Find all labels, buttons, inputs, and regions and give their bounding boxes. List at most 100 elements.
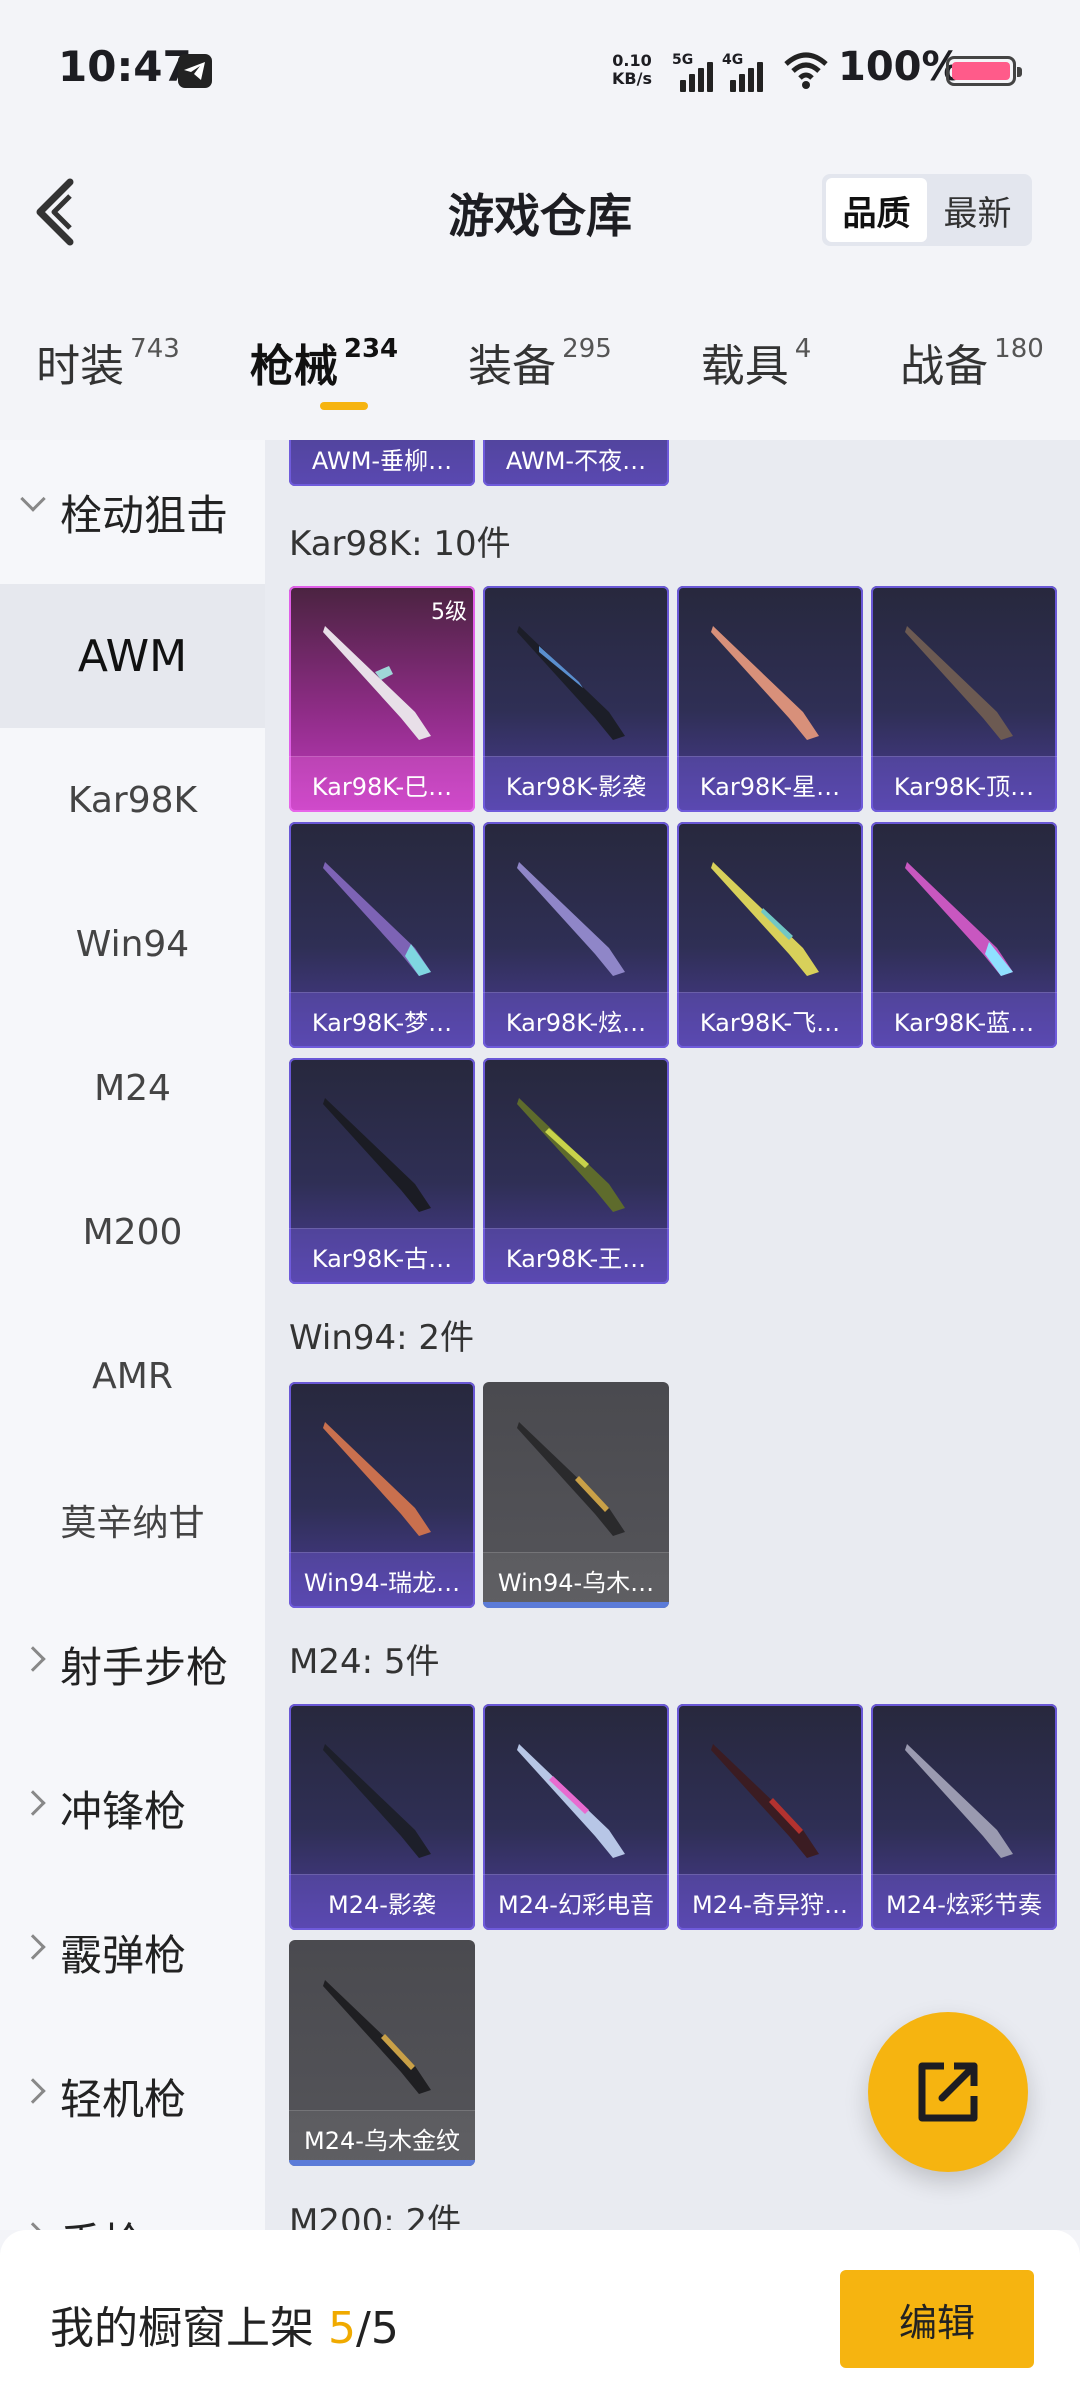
sidebar-item-awm[interactable]: AWM xyxy=(0,584,265,728)
skin-card[interactable]: AWM-垂柳… xyxy=(289,440,475,486)
showcase-current: 5 xyxy=(328,2303,356,2354)
rifle-icon xyxy=(517,1744,625,1858)
sort-toggle: 品质 最新 xyxy=(822,174,1032,246)
sidebar-group-bolt-action[interactable]: 栓动狙击 xyxy=(0,440,265,584)
rifle-icon xyxy=(711,626,819,740)
wifi-icon xyxy=(784,52,828,89)
tab-supplies[interactable]: 战备 180 xyxy=(864,290,1080,440)
chevron-right-icon xyxy=(20,1646,46,1672)
sidebar-item-amr[interactable]: AMR xyxy=(0,1304,265,1448)
skin-name: M24-奇异狩… xyxy=(677,1874,863,1930)
skin-card[interactable]: Kar98K-梦… xyxy=(289,822,475,1048)
category-tabs: 时装 743 枪械 234 装备 295 载具 4 战备 180 xyxy=(0,290,1080,440)
sidebar-item-m24[interactable]: M24 xyxy=(0,1016,265,1160)
skin-card[interactable]: Kar98K-影袭 xyxy=(483,586,669,812)
skin-card[interactable]: Kar98K-蓝… xyxy=(871,822,1057,1048)
showcase-counter: 我的橱窗上架 5/5 xyxy=(50,2292,399,2356)
skin-card[interactable]: Kar98K-古… xyxy=(289,1058,475,1284)
weapon-sidebar: 栓动狙击 AWM Kar98K Win94 M24 M200 AMR 莫辛纳甘 … xyxy=(0,440,265,2230)
rifle-icon xyxy=(905,626,1013,740)
sidebar-group-label: 轻机枪 xyxy=(60,2074,187,2124)
chevron-right-icon xyxy=(20,1934,46,1960)
skin-name: Kar98K-星… xyxy=(677,756,863,812)
sidebar-group-smg[interactable]: 冲锋枪 xyxy=(0,1736,265,1880)
skin-card[interactable]: 5级 Kar98K-巳… xyxy=(289,586,475,812)
rifle-icon xyxy=(323,862,431,976)
tab-vehicles[interactable]: 载具 4 xyxy=(648,290,864,440)
rifle-icon xyxy=(517,1422,625,1536)
sidebar-group-label: 手枪 xyxy=(60,2210,144,2231)
skin-card[interactable]: M24-影袭 xyxy=(289,1704,475,1930)
rifle-icon xyxy=(517,1098,625,1212)
skin-card[interactable]: Win94-瑞龙… xyxy=(289,1382,475,1608)
tab-count: 743 xyxy=(130,334,180,364)
share-icon xyxy=(918,2062,978,2122)
skin-name: M24-影袭 xyxy=(289,1874,475,1930)
skin-card[interactable]: M24-奇异狩… xyxy=(677,1704,863,1930)
tab-label: 战备 xyxy=(900,341,989,392)
sidebar-item-kar98k[interactable]: Kar98K xyxy=(0,728,265,872)
sidebar-group-pistol[interactable]: 手枪 xyxy=(0,2168,265,2230)
clock: 10:47 xyxy=(58,42,192,91)
rifle-icon xyxy=(711,1744,819,1858)
skin-name: Win94-瑞龙… xyxy=(289,1552,475,1608)
battery-icon xyxy=(946,56,1022,86)
sort-quality-button[interactable]: 品质 xyxy=(826,178,927,242)
skin-card[interactable]: Kar98K-飞… xyxy=(677,822,863,1048)
sidebar-group-dmr[interactable]: 射手步枪 xyxy=(0,1592,265,1736)
skin-card[interactable]: M24-幻彩电音 xyxy=(483,1704,669,1930)
weapon-grid: AWM-垂柳… AWM-不夜… Kar98K: 10件 5级 Kar98K-巳…… xyxy=(265,440,1080,2230)
tab-label: 时装 xyxy=(36,341,125,392)
skin-card[interactable]: Kar98K-王… xyxy=(483,1058,669,1284)
rifle-icon xyxy=(517,862,625,976)
chevron-down-icon xyxy=(20,486,46,512)
skin-card[interactable]: Kar98K-顶… xyxy=(871,586,1057,812)
tab-label: 装备 xyxy=(468,341,557,392)
skin-name: Kar98K-炫… xyxy=(483,992,669,1048)
bottom-bar: 我的橱窗上架 5/5 编辑 xyxy=(0,2230,1080,2400)
showcase-label: 我的橱窗上架 xyxy=(50,2303,314,2354)
battery-percent: 100% xyxy=(838,44,962,90)
back-button[interactable] xyxy=(30,174,86,250)
skin-name: Kar98K-飞… xyxy=(677,992,863,1048)
sidebar-item-win94[interactable]: Win94 xyxy=(0,872,265,1016)
sidebar-group-label: 冲锋枪 xyxy=(60,1786,187,1836)
skin-card[interactable]: Win94-乌木… xyxy=(483,1382,669,1608)
skin-name: M24-幻彩电音 xyxy=(483,1874,669,1930)
sort-newest-button[interactable]: 最新 xyxy=(927,178,1028,242)
skin-name: Kar98K-影袭 xyxy=(483,756,669,812)
rifle-icon xyxy=(323,1422,431,1536)
skin-name: AWM-垂柳… xyxy=(289,440,475,486)
skin-card[interactable]: Kar98K-炫… xyxy=(483,822,669,1048)
skin-card[interactable]: Kar98K-星… xyxy=(677,586,863,812)
sidebar-item-mosin[interactable]: 莫辛纳甘 xyxy=(0,1448,265,1592)
skin-card[interactable]: M24-炫彩节奏 xyxy=(871,1704,1057,1930)
rifle-icon xyxy=(323,1098,431,1212)
chevron-right-icon xyxy=(20,2078,46,2104)
rifle-icon xyxy=(905,1744,1013,1858)
sidebar-group-shotgun[interactable]: 霰弹枪 xyxy=(0,1880,265,2024)
tab-fashion[interactable]: 时装 743 xyxy=(0,290,216,440)
tab-firearms[interactable]: 枪械 234 xyxy=(216,290,432,440)
sidebar-group-label: 霰弹枪 xyxy=(60,1930,187,1980)
section-title-m24: M24: 5件 xyxy=(289,1642,440,1682)
sidebar-item-m200[interactable]: M200 xyxy=(0,1160,265,1304)
skin-card[interactable]: AWM-不夜… xyxy=(483,440,669,486)
edit-button[interactable]: 编辑 xyxy=(840,2270,1034,2368)
skin-name: Kar98K-蓝… xyxy=(871,992,1057,1048)
rifle-icon xyxy=(323,1744,431,1858)
active-tab-indicator xyxy=(320,402,368,410)
skin-card[interactable]: M24-乌木金纹 xyxy=(289,1940,475,2166)
sidebar-group-lmg[interactable]: 轻机枪 xyxy=(0,2024,265,2168)
skin-name: Kar98K-梦… xyxy=(289,992,475,1048)
skin-name: M24-炫彩节奏 xyxy=(871,1874,1057,1930)
rifle-icon xyxy=(711,862,819,976)
signal-bars-icon xyxy=(680,58,716,92)
section-title-kar98k: Kar98K: 10件 xyxy=(289,524,511,564)
tab-count: 234 xyxy=(343,334,399,364)
tab-equipment[interactable]: 装备 295 xyxy=(432,290,648,440)
share-button[interactable] xyxy=(868,2012,1028,2172)
tab-label: 枪械 xyxy=(249,341,338,392)
skin-name: Kar98K-古… xyxy=(289,1228,475,1284)
rifle-icon xyxy=(323,626,431,740)
